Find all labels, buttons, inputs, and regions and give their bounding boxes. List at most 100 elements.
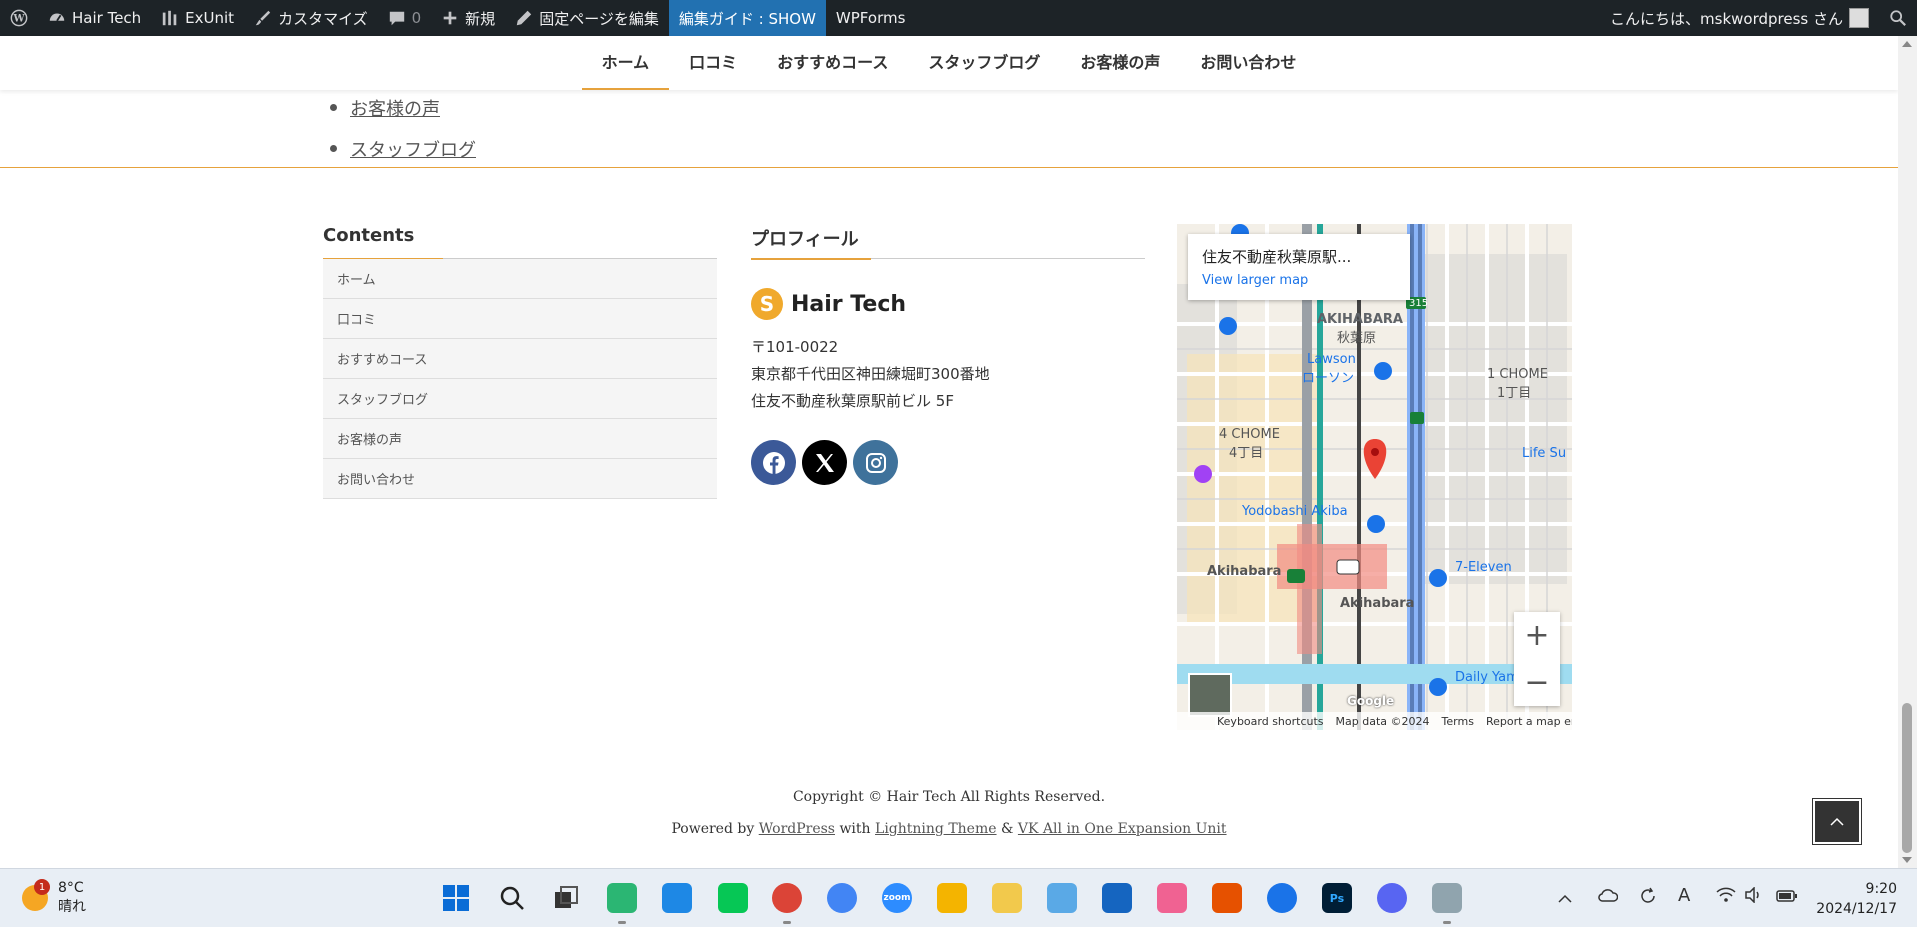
photoshop-icon[interactable]: Ps — [1322, 883, 1352, 913]
contents-item-courses[interactable]: おすすめコース — [323, 339, 717, 379]
nav-item-reviews[interactable]: 口コミ — [669, 36, 757, 90]
exunit-link[interactable]: ExUnit — [151, 0, 244, 36]
lightning-theme-link[interactable]: Lightning Theme — [875, 821, 997, 837]
search-icon — [500, 886, 524, 910]
discord-icon[interactable] — [1377, 883, 1407, 913]
start-button[interactable] — [441, 883, 471, 913]
adminbar-search-button[interactable] — [1879, 0, 1917, 36]
facebook-button[interactable] — [751, 440, 796, 485]
vscode-icon[interactable] — [662, 883, 692, 913]
notepad-icon[interactable] — [1102, 883, 1132, 913]
snipping-tool-icon[interactable] — [1432, 883, 1462, 913]
file-explorer-icon[interactable] — [992, 883, 1022, 913]
line-icon[interactable] — [718, 883, 748, 913]
vk-expansion-link[interactable]: VK All in One Expansion Unit — [1018, 821, 1227, 837]
contents-list: ホーム 口コミ おすすめコース スタッフブログ お客様の声 お問い合わせ — [323, 259, 717, 499]
refresh-icon[interactable] — [1638, 886, 1658, 910]
x-button[interactable] — [802, 440, 847, 485]
bullet — [330, 145, 337, 152]
nav-item-staff-blog[interactable]: スタッフブログ — [908, 36, 1060, 90]
dashboard-icon — [49, 13, 65, 22]
map-label-route: 315 — [1409, 298, 1429, 309]
wpforms-label: WPForms — [835, 9, 906, 27]
wordpress-icon: W — [10, 9, 28, 27]
running-indicator — [618, 921, 626, 924]
nav-item-voices[interactable]: お客様の声 — [1060, 36, 1180, 90]
contents-item-staff-blog[interactable]: スタッフブログ — [323, 379, 717, 419]
colorful-app-icon[interactable] — [937, 883, 967, 913]
task-view-button[interactable] — [551, 883, 581, 913]
contents-item-voices[interactable]: お客様の声 — [323, 419, 717, 459]
new-link[interactable]: 新規 — [431, 0, 505, 36]
weather-desc: 晴れ — [58, 899, 86, 915]
zoom-icon[interactable]: zoom — [882, 883, 912, 913]
contents-item-contact[interactable]: お問い合わせ — [323, 459, 717, 499]
map-data-text: Map data ©2024 — [1335, 714, 1430, 728]
zoom-in-button[interactable]: + — [1514, 612, 1560, 659]
powered-prefix: Powered by — [671, 821, 755, 837]
clock-date: 2024/12/17 — [1816, 901, 1897, 917]
asana-icon[interactable] — [1157, 883, 1187, 913]
keyboard-shortcuts-link[interactable]: Keyboard shortcuts — [1217, 715, 1324, 728]
list-link-staff-blog[interactable]: スタッフブログ — [350, 136, 476, 162]
address-line-1: 東京都千代田区神田練堀町300番地 — [751, 365, 990, 383]
scroll-down-arrow[interactable] — [1902, 857, 1912, 863]
x-icon — [815, 453, 834, 472]
nav-item-home[interactable]: ホーム — [581, 36, 670, 90]
map-label-daily-yamazaki: Daily Yam — [1455, 670, 1519, 685]
map-label-akihabara-station: Akihabara — [1207, 564, 1282, 579]
running-indicator — [783, 921, 791, 924]
app-icon-green[interactable] — [607, 883, 637, 913]
wifi-icon[interactable] — [1716, 887, 1736, 907]
instagram-button[interactable] — [853, 440, 898, 485]
map-label-akihabara: AKIHABARA — [1317, 312, 1403, 327]
wordpress-link[interactable]: WordPress — [759, 821, 835, 837]
nav-item-courses[interactable]: おすすめコース — [757, 36, 908, 90]
list-link-voices[interactable]: お客様の声 — [350, 95, 440, 121]
edit-page-link[interactable]: 固定ページを編集 — [505, 0, 669, 36]
scroll-up-arrow[interactable] — [1902, 41, 1912, 47]
wordpress-logo-button[interactable]: W — [0, 0, 38, 36]
chrome-icon[interactable] — [772, 883, 802, 913]
contents-item-home[interactable]: ホーム — [323, 259, 717, 299]
page-top-button[interactable] — [1812, 798, 1862, 845]
maps-icon[interactable] — [1267, 883, 1297, 913]
svg-text:W: W — [12, 14, 25, 25]
chrome-profile-icon[interactable] — [827, 883, 857, 913]
profile-logo: S Hair Tech — [751, 288, 906, 320]
terms-link[interactable]: Terms — [1442, 715, 1474, 728]
avatar — [1849, 8, 1869, 28]
with-text: with — [839, 821, 871, 837]
comments-link[interactable]: 0 — [378, 0, 432, 36]
account-menu[interactable]: こんにちは、mskwordpress さん — [1600, 0, 1879, 36]
nav-item-contact[interactable]: お問い合わせ — [1180, 36, 1316, 90]
page-scrollbar[interactable] — [1898, 36, 1917, 868]
map-label-akihabara-jp: 秋葉原 — [1337, 331, 1377, 346]
weather-widget[interactable]: 1 8°C 晴れ — [22, 879, 86, 917]
report-map-error-link[interactable]: Report a map error — [1486, 715, 1572, 728]
section-divider — [0, 167, 1898, 168]
volume-icon[interactable] — [1744, 886, 1762, 907]
wpforms-link[interactable]: WPForms — [826, 0, 915, 36]
new-label: 新規 — [465, 9, 496, 28]
battery-icon[interactable] — [1776, 888, 1798, 907]
edit-page-label: 固定ページを編集 — [539, 9, 659, 28]
system-clock[interactable]: 9:20 2024/12/17 — [1816, 879, 1897, 919]
ime-mode-icon[interactable]: A — [1678, 885, 1690, 906]
weather-temp: 8°C — [58, 880, 84, 896]
zoom-out-button[interactable]: − — [1514, 659, 1560, 706]
scroll-thumb[interactable] — [1902, 703, 1912, 853]
contents-item-reviews[interactable]: 口コミ — [323, 299, 717, 339]
customize-link[interactable]: カスタマイズ — [244, 0, 378, 36]
paint-icon[interactable] — [1047, 883, 1077, 913]
xampp-icon[interactable] — [1212, 883, 1242, 913]
view-larger-map-link[interactable]: View larger map — [1202, 273, 1396, 288]
edit-guide-link[interactable]: 編集ガイド : SHOW — [668, 0, 826, 36]
edit-guide-label: 編集ガイド : SHOW — [678, 9, 816, 28]
tray-overflow-chevron-icon[interactable] — [1557, 889, 1573, 908]
taskbar-search-button[interactable] — [497, 883, 527, 913]
map-label-akihabara-station-2: Akihabara — [1340, 596, 1415, 611]
google-map[interactable]: AKIHABARA 秋葉原 Lawson ローソン 4 CHOME 4丁目 1 … — [1177, 224, 1572, 730]
site-name-link[interactable]: Hair Tech — [38, 0, 151, 36]
cloud-sync-icon[interactable] — [1598, 887, 1619, 907]
